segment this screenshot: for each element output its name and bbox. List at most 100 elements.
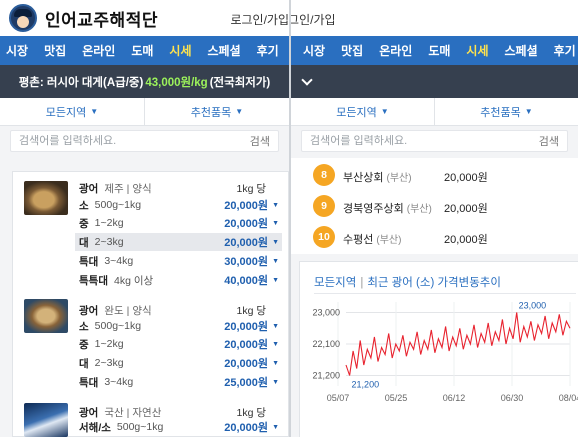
price-row[interactable]: 대 2~3kg 20,000원 ▼: [79, 354, 282, 372]
expand-arrow-icon[interactable]: ▼: [272, 202, 279, 209]
nav-item-prices[interactable]: 시세: [466, 42, 488, 59]
expand-arrow-icon[interactable]: ▼: [272, 379, 279, 386]
flatfish-photo[interactable]: [24, 181, 68, 215]
expand-arrow-icon[interactable]: ▼: [272, 323, 279, 330]
search-input[interactable]: [310, 135, 533, 147]
expand-arrow-icon[interactable]: ▼: [272, 360, 279, 367]
search-button[interactable]: 검색: [250, 133, 270, 149]
flatfish-photo[interactable]: [24, 299, 68, 333]
nav-item-online[interactable]: 온라인: [82, 42, 115, 59]
price-row[interactable]: 특대 3~4kg 30,000원 ▼: [79, 252, 282, 270]
listing-header: 광어 완도 | 양식 1kg 당: [79, 305, 266, 317]
chart-title: 모든지역 | 최근 광어 (소) 가격변동추이: [314, 274, 501, 290]
price-row[interactable]: 중 1~2kg 20,000원 ▼: [79, 214, 282, 232]
expand-arrow-icon[interactable]: ▼: [272, 277, 279, 284]
price-row[interactable]: 특특대 4kg 이상 40,000원 ▼: [79, 271, 282, 289]
region-select-label: 모든지역: [336, 106, 377, 119]
nav-item-wholesale[interactable]: 도매: [131, 42, 153, 59]
chart-title-text: 최근 광어 (소) 가격변동추이: [367, 277, 501, 289]
expand-arrow-icon[interactable]: ▼: [272, 424, 279, 431]
fish-type: 양식: [132, 305, 152, 317]
size-label: 서해/소: [79, 421, 111, 434]
login-link[interactable]: 로그인/가입: [230, 11, 289, 28]
size-label: 중: [79, 217, 89, 230]
banner-prefix: 평촌: 러시아 대게(A급/중): [18, 76, 144, 89]
expand-arrow-icon[interactable]: ▼: [272, 341, 279, 348]
region-select[interactable]: 모든지역 ▼: [291, 98, 435, 125]
top-bar: 인어교주해적단 로그인/가입: [0, 0, 289, 36]
nav-item-reviews[interactable]: 후기: [257, 42, 279, 59]
login-link[interactable]: 로그인/가입: [291, 11, 336, 28]
price-value: 20,000원: [224, 422, 268, 434]
price-row[interactable]: 서해/소 500g~1kg 20,000원 ▼: [79, 418, 282, 436]
price-unit: 1kg 당: [236, 305, 266, 317]
shop-ranking-list: 8 부산상회 (부산) 20,000원 9 경북영주상회 (부산) 20,000원 …: [291, 158, 578, 254]
pirate-logo-icon[interactable]: [9, 4, 37, 32]
region-select-label: 모든지역: [45, 106, 87, 119]
price-value: 20,000원: [224, 339, 268, 351]
caret-down-icon: ▼: [90, 107, 99, 116]
y-tick-label: 22,100: [312, 339, 340, 349]
nav-item-market[interactable]: 시장: [303, 42, 325, 59]
nav-item-wholesale[interactable]: 도매: [428, 42, 450, 59]
brand-title[interactable]: 인어교주해적단: [45, 6, 158, 31]
weight-range: 500g~1kg: [94, 320, 142, 332]
price-value: 25,000원: [224, 377, 268, 389]
search-box: 검색: [301, 130, 568, 152]
region-select[interactable]: 모든지역 ▼: [0, 98, 145, 125]
recommend-select[interactable]: 추천품목 ▼: [435, 98, 578, 125]
price-value: 20,000원: [224, 358, 268, 370]
expand-arrow-icon[interactable]: ▼: [272, 220, 279, 227]
main-nav: 시장 맛집 온라인 도매 시세 스페셜 후기 문의: [0, 36, 289, 65]
x-tick-label: 06/12: [443, 393, 466, 403]
y-tick-label: 23,000: [312, 308, 340, 318]
nav-item-special[interactable]: 스페셜: [505, 42, 538, 59]
search-button[interactable]: 검색: [539, 133, 559, 149]
chevron-down-icon[interactable]: [301, 74, 313, 86]
price-row[interactable]: 특대 3~4kg 25,000원 ▼: [79, 373, 282, 391]
recommend-select[interactable]: 추천품목 ▼: [145, 98, 289, 125]
flatfish-photo[interactable]: [24, 403, 68, 437]
ranking-item[interactable]: 10 수평선 (부산) 20,000원: [291, 222, 578, 252]
lowest-price-banner[interactable]: 평촌: 러시아 대게(A급/중) 43,000원/kg (전국최저가): [0, 65, 289, 98]
lowest-price-banner[interactable]: [291, 65, 578, 98]
caret-down-icon: ▼: [235, 107, 244, 116]
nav-item-restaurants[interactable]: 맛집: [341, 42, 363, 59]
chart-title-underline: [314, 293, 576, 294]
search-input[interactable]: [19, 135, 244, 147]
chart-title-separator: |: [360, 277, 364, 289]
weight-range: 4kg 이상: [113, 274, 154, 287]
price-unit: 1kg 당: [236, 183, 266, 195]
fish-type: 양식: [132, 183, 152, 195]
fish-origin: 완도: [104, 305, 124, 317]
nav-item-special[interactable]: 스페셜: [208, 42, 241, 59]
rank-badge: 10: [313, 226, 335, 248]
expand-arrow-icon[interactable]: ▼: [272, 239, 279, 246]
weight-range: 3~4kg: [104, 255, 134, 267]
price-row[interactable]: 소 500g~1kg 20,000원 ▼: [79, 317, 282, 335]
nav-item-market[interactable]: 시장: [6, 42, 28, 59]
price-trend-card: 모든지역 | 최근 광어 (소) 가격변동추이 05/07 05/25 06/12 06/…: [299, 261, 578, 437]
price-row-selected[interactable]: 대 2~3kg 20,000원 ▼: [75, 233, 282, 251]
nav-item-online[interactable]: 온라인: [379, 42, 412, 59]
nav-item-restaurants[interactable]: 맛집: [44, 42, 66, 59]
expand-arrow-icon[interactable]: ▼: [272, 258, 279, 265]
top-bar: 로그인/가입: [291, 0, 578, 36]
price-row[interactable]: 중 1~2kg 20,000원 ▼: [79, 335, 282, 353]
right-screen: 로그인/가입 시장 맛집 온라인 도매 시세 스페셜 후기 문의 모든지역▼ 추…: [291, 0, 578, 437]
price-row[interactable]: 소 500g~1kg 20,000원 ▼: [79, 196, 282, 214]
weight-range: 2~3kg: [94, 357, 124, 369]
nav-item-reviews[interactable]: 후기: [554, 42, 576, 59]
nav-item-prices[interactable]: 시세: [169, 42, 191, 59]
weight-range: 2~3kg: [94, 236, 124, 248]
banner-price: 43,000원/kg: [145, 76, 208, 89]
ranking-item[interactable]: 9 경북영주상회 (부산) 20,000원: [291, 191, 578, 221]
data-label: 23,000: [519, 301, 547, 311]
chart-region[interactable]: 모든지역: [314, 277, 356, 289]
fish-origin: 제주: [104, 183, 124, 195]
y-tick-label: 21,200: [312, 371, 340, 381]
ranking-item[interactable]: 8 부산상회 (부산) 20,000원: [291, 160, 578, 190]
filter-bar: 모든지역 ▼ 추천품목 ▼: [291, 98, 578, 126]
weight-range: 3~4kg: [104, 376, 134, 388]
price-value: 20,000원: [224, 218, 268, 230]
